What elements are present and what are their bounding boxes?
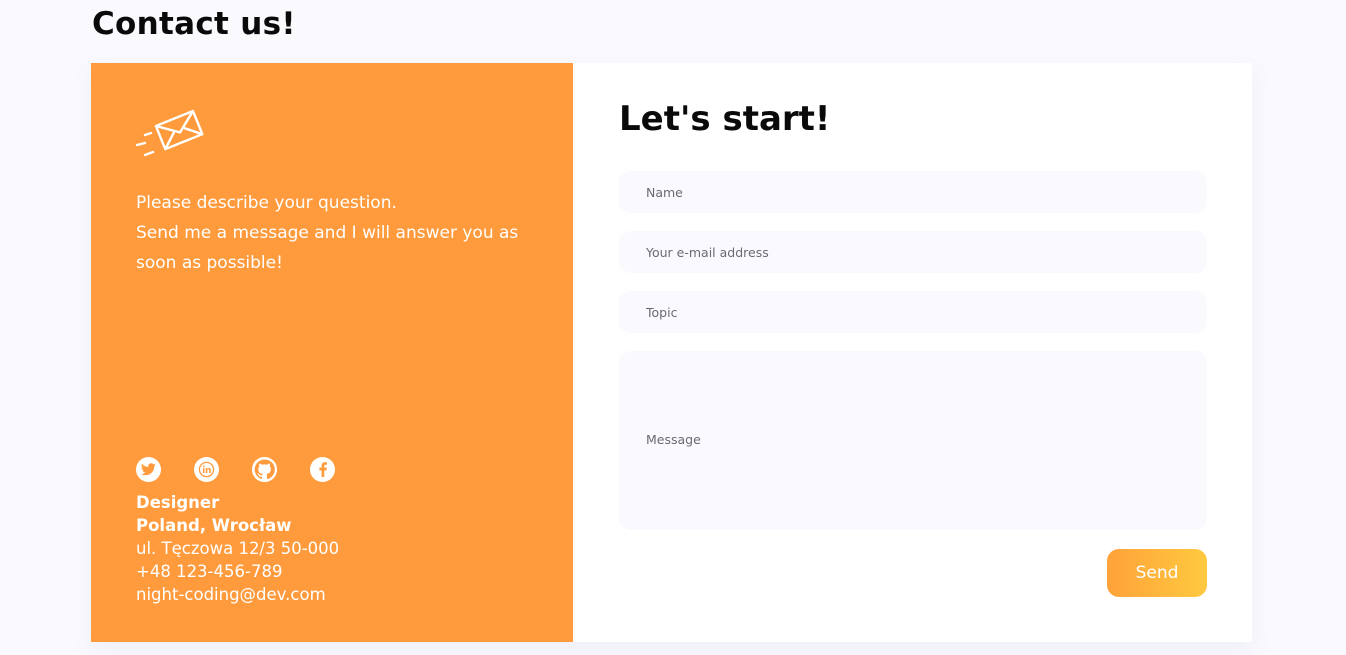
contact-street: ul. Tęczowa 12/3 50-000 (136, 539, 340, 558)
intro-text: Please describe your question. Send me a… (136, 188, 536, 278)
contact-email: night-coding@dev.com (136, 585, 326, 604)
intro-line: Please describe your question. (136, 193, 397, 213)
topic-input[interactable] (619, 291, 1207, 333)
github-icon[interactable] (252, 457, 277, 482)
email-input[interactable] (619, 231, 1207, 273)
contact-info-panel: Please describe your question. Send me a… (91, 63, 573, 642)
facebook-icon[interactable] (310, 457, 335, 482)
linkedin-icon[interactable] (194, 457, 219, 482)
send-button[interactable]: Send (1107, 549, 1207, 597)
intro-line: soon as possible! (136, 253, 283, 273)
name-input[interactable] (619, 171, 1207, 213)
contact-role: Designer (136, 493, 220, 512)
contact-location: Poland, Wrocław (136, 516, 292, 535)
envelope-icon (135, 109, 204, 157)
page-title: Contact us! (92, 6, 296, 42)
contact-phone: +48 123-456-789 (136, 562, 283, 581)
message-textarea[interactable] (619, 351, 1207, 530)
contact-form: Let's start! Send (573, 63, 1252, 642)
social-links (136, 457, 335, 482)
form-heading: Let's start! (619, 99, 831, 139)
twitter-icon[interactable] (136, 457, 161, 482)
contact-details: Designer Poland, Wrocław ul. Tęczowa 12/… (136, 491, 339, 606)
contact-card: Please describe your question. Send me a… (91, 63, 1252, 642)
intro-line: Send me a message and I will answer you … (136, 223, 519, 243)
